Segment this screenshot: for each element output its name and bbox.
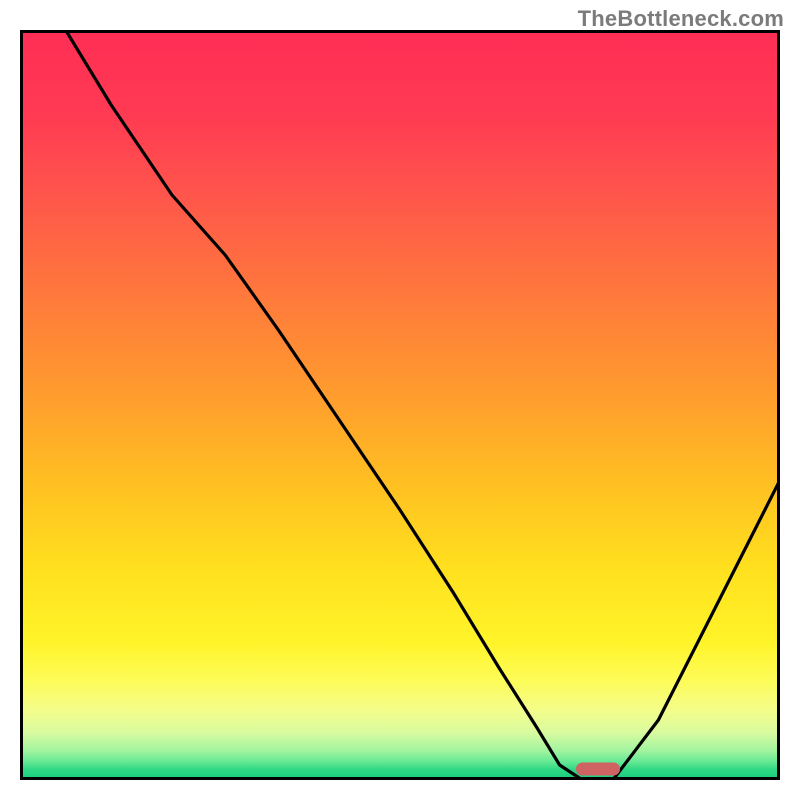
watermark-text: TheBottleneck.com: [578, 6, 784, 32]
chart-frame: [20, 30, 780, 780]
plot-gradient-background: [23, 33, 777, 777]
optimum-marker: [576, 762, 620, 775]
